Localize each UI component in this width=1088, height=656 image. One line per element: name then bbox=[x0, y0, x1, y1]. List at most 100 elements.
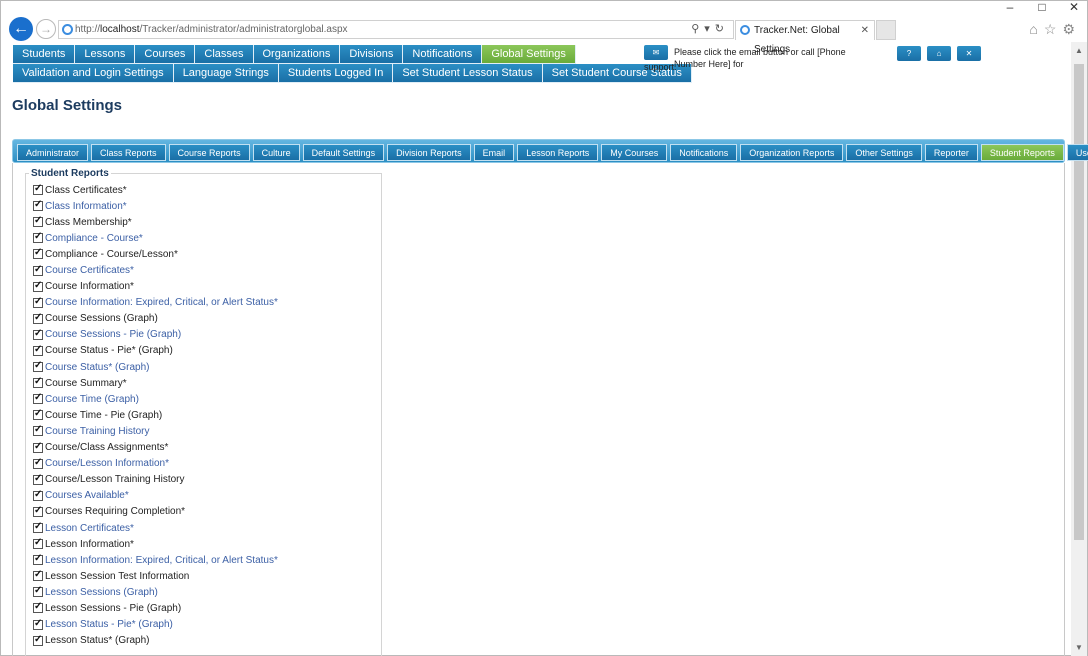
report-label: Course Status - Pie* (Graph) bbox=[45, 345, 173, 357]
report-label: Course/Lesson Training History bbox=[45, 474, 185, 486]
report-checkbox[interactable] bbox=[33, 424, 43, 437]
report-checkbox[interactable] bbox=[33, 360, 43, 373]
report-checkbox[interactable] bbox=[33, 247, 43, 260]
favorites-star-icon[interactable]: ☆ bbox=[1044, 21, 1063, 37]
back-arrow-icon[interactable]: ← bbox=[9, 17, 33, 41]
address-bar[interactable]: http://localhost/Tracker/administrator/a… bbox=[58, 20, 734, 39]
report-checkbox[interactable] bbox=[33, 199, 43, 212]
report-checkbox[interactable] bbox=[33, 601, 43, 614]
report-label: Course Status* (Graph) bbox=[45, 361, 150, 373]
nav-notifications-button[interactable]: Notifications bbox=[403, 45, 483, 64]
tab-other-settings[interactable]: Other Settings bbox=[846, 144, 922, 161]
minimize-button[interactable]: – bbox=[1003, 1, 1017, 13]
report-checkbox[interactable] bbox=[33, 634, 43, 646]
scrollbar-thumb[interactable] bbox=[1074, 64, 1084, 540]
report-checkbox[interactable] bbox=[33, 344, 43, 356]
nav-students-logged-in-button[interactable]: Students Logged In bbox=[278, 64, 394, 83]
home-button[interactable]: ⌂ bbox=[927, 46, 951, 61]
nav-students-button[interactable]: Students bbox=[13, 45, 76, 64]
tab-close-icon[interactable]: ✕ bbox=[861, 21, 869, 40]
tab-lesson-reports[interactable]: Lesson Reports bbox=[517, 144, 599, 161]
list-item: Course/Class Assignments* bbox=[33, 440, 278, 456]
report-label: Courses Available* bbox=[45, 490, 129, 502]
nav-lessons-button[interactable]: Lessons bbox=[75, 45, 136, 64]
report-checkbox[interactable] bbox=[33, 537, 43, 550]
report-checkbox[interactable] bbox=[33, 489, 43, 501]
search-icon[interactable]: ⚲ bbox=[691, 23, 704, 35]
tab-student-reports[interactable]: Student Reports bbox=[980, 144, 1064, 161]
report-checkbox[interactable] bbox=[33, 312, 43, 324]
tab-reporter[interactable]: Reporter bbox=[924, 144, 978, 161]
list-item: Lesson Session Test Information bbox=[33, 568, 278, 584]
home-icon[interactable]: ⌂ bbox=[1029, 21, 1043, 37]
report-checkbox[interactable] bbox=[33, 328, 43, 340]
nav-language-strings-button[interactable]: Language Strings bbox=[173, 64, 279, 83]
report-checkbox[interactable] bbox=[33, 215, 43, 228]
nav-divisions-button[interactable]: Divisions bbox=[340, 45, 404, 64]
list-item: Lesson Information* bbox=[33, 536, 278, 552]
tab-division-reports[interactable]: Division Reports bbox=[387, 144, 471, 161]
close-window-button[interactable]: ✕ bbox=[1067, 1, 1081, 13]
vertical-scrollbar[interactable]: ▲ ▼ bbox=[1071, 42, 1087, 656]
nav-validation-and-login-settings-button[interactable]: Validation and Login Settings bbox=[13, 64, 174, 83]
report-label: Lesson Session Test Information bbox=[45, 570, 190, 582]
browser-tab[interactable]: Tracker.Net: Global Settings ✕ bbox=[735, 20, 875, 55]
tab-my-courses[interactable]: My Courses bbox=[601, 144, 668, 161]
tab-user-interface[interactable]: User Interface bbox=[1066, 144, 1088, 161]
list-item: Course Time (Graph) bbox=[33, 391, 278, 407]
list-item: Class Membership* bbox=[33, 214, 278, 230]
browser-chrome: – □ ✕ ← → http://localhost/Tracker/admin… bbox=[1, 1, 1087, 55]
report-checkbox[interactable] bbox=[33, 296, 43, 308]
close-button[interactable]: ✕ bbox=[957, 46, 981, 61]
nav-classes-button[interactable]: Classes bbox=[195, 45, 254, 64]
report-checkbox[interactable] bbox=[33, 585, 43, 598]
report-checkbox[interactable] bbox=[33, 441, 43, 453]
browser-window: – □ ✕ ← → http://localhost/Tracker/admin… bbox=[0, 0, 1088, 656]
tab-culture[interactable]: Culture bbox=[252, 144, 300, 161]
scroll-down-arrow-icon[interactable]: ▼ bbox=[1071, 643, 1087, 652]
report-checkbox[interactable] bbox=[33, 280, 43, 292]
report-checkbox[interactable] bbox=[33, 457, 43, 469]
tab-default-settings[interactable]: Default Settings bbox=[302, 144, 385, 161]
report-checkbox[interactable] bbox=[33, 408, 43, 421]
report-checkbox[interactable] bbox=[33, 376, 43, 389]
nav-global-settings-button[interactable]: Global Settings bbox=[482, 45, 576, 64]
list-item: Course Sessions - Pie (Graph) bbox=[33, 327, 278, 343]
dropdown-icon[interactable]: ▾ bbox=[704, 23, 715, 35]
help-button[interactable]: ? bbox=[897, 46, 921, 61]
email-button[interactable]: ✉ bbox=[644, 45, 668, 60]
report-label: Course Information: Expired, Critical, o… bbox=[45, 297, 278, 309]
report-checkbox[interactable] bbox=[33, 505, 43, 517]
scroll-up-arrow-icon[interactable]: ▲ bbox=[1071, 46, 1087, 55]
report-checkbox[interactable] bbox=[33, 473, 43, 485]
tab-notifications[interactable]: Notifications bbox=[670, 144, 738, 161]
nav-set-student-lesson-status-button[interactable]: Set Student Lesson Status bbox=[393, 64, 543, 83]
report-checkbox[interactable] bbox=[33, 392, 43, 405]
list-item: Course Status* (Graph) bbox=[33, 359, 278, 375]
report-label: Course Information* bbox=[45, 281, 134, 293]
report-checkbox[interactable] bbox=[33, 618, 43, 630]
nav-courses-button[interactable]: Courses bbox=[135, 45, 196, 64]
tab-administrator[interactable]: Administrator bbox=[17, 144, 89, 161]
report-checkbox[interactable] bbox=[33, 183, 43, 196]
maximize-button[interactable]: □ bbox=[1035, 1, 1049, 13]
tab-organization-reports[interactable]: Organization Reports bbox=[740, 144, 844, 161]
report-checkbox[interactable] bbox=[33, 231, 43, 244]
report-checkbox[interactable] bbox=[33, 553, 43, 566]
tab-class-reports[interactable]: Class Reports bbox=[91, 144, 166, 161]
refresh-icon[interactable]: ↻ bbox=[715, 23, 729, 35]
tab-course-reports[interactable]: Course Reports bbox=[168, 144, 250, 161]
forward-arrow-icon[interactable]: → bbox=[36, 19, 56, 39]
settings-gear-icon[interactable]: ⚙ bbox=[1062, 21, 1081, 37]
list-item: Course/Lesson Training History bbox=[33, 472, 278, 488]
new-tab-button[interactable] bbox=[876, 20, 896, 40]
url-path: /Tracker/administrator/administratorglob… bbox=[139, 24, 348, 35]
list-item: Course Certificates* bbox=[33, 262, 278, 278]
report-label: Course Certificates* bbox=[45, 265, 134, 277]
list-item: Class Certificates* bbox=[33, 182, 278, 198]
report-checkbox[interactable] bbox=[33, 264, 43, 276]
report-checkbox[interactable] bbox=[33, 521, 43, 534]
nav-organizations-button[interactable]: Organizations bbox=[253, 45, 341, 64]
tab-email[interactable]: Email bbox=[473, 144, 515, 161]
report-checkbox[interactable] bbox=[33, 569, 43, 582]
